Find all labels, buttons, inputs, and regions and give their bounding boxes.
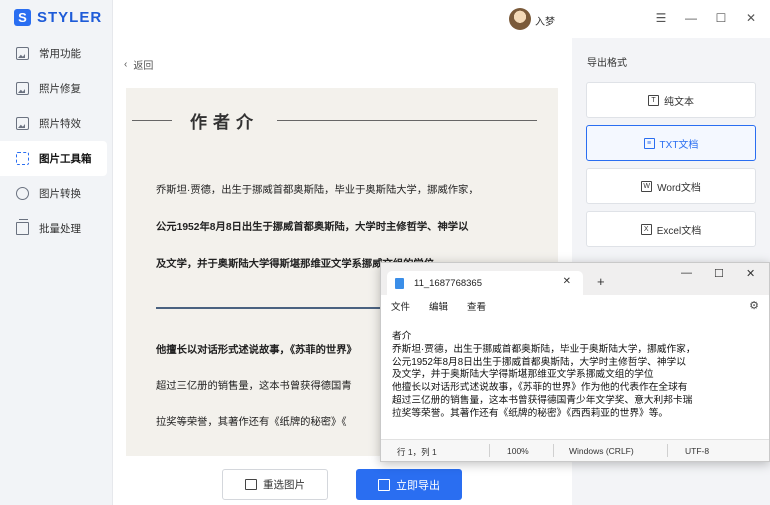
preview-line: 拉奖等荣誉，其著作还有《纸牌的秘密》《 — [156, 417, 347, 428]
sidebar-item-label: 图片工具箱 — [39, 153, 92, 165]
text-file-icon: T — [648, 94, 659, 106]
menu-view[interactable]: 查看 — [467, 299, 505, 313]
line-ending: Windows (CRLF) — [569, 446, 634, 456]
menu-file[interactable]: 文件 — [391, 299, 429, 313]
txt-file-icon: ≡ — [643, 137, 655, 149]
back-link[interactable]: ‹ 返回 — [124, 57, 153, 72]
sidebar-item-label: 常用功能 — [39, 48, 81, 60]
format-excel-button[interactable]: X Excel文档 — [586, 211, 756, 247]
back-label: 返回 — [133, 61, 154, 72]
sidebar-item-label: 批量处理 — [39, 223, 81, 235]
format-word-button[interactable]: W Word文档 — [586, 168, 756, 204]
menu-edit[interactable]: 编辑 — [429, 299, 467, 313]
preview-heading: 作者介 — [190, 113, 259, 132]
minimize-icon[interactable]: — — [681, 267, 692, 279]
maximize-icon[interactable]: ☐ — [713, 10, 729, 26]
text-line: 超过三亿册的销售量，这本书曾获得德国青少年文学奖、意大利邦卡瑞 — [392, 394, 693, 406]
sidebar-nav: 常用功能 照片修复 照片特效 图片工具箱 图片转换 批量处理 — [0, 36, 113, 246]
preview-line: 超过三亿册的销售量，这本书曾获得德国青 — [156, 381, 352, 392]
text-line: 及文学，并于奥斯陆大学得斯堪那维亚文学系挪威文组的学位 — [392, 369, 654, 381]
preview-line: 乔斯坦·贾德，出生于挪威首都奥斯陆，毕业于奥斯陆大学，挪威作家， — [156, 185, 479, 196]
image-icon — [245, 479, 257, 490]
format-txt-button[interactable]: ≡ TXT文档 — [586, 125, 756, 161]
sidebar-item-batch[interactable]: 批量处理 — [0, 211, 113, 246]
top-bar: 入梦 ☰ — ☐ ✕ — [113, 0, 770, 38]
notepad-titlebar: 11_1687768365 ✕ + — ☐ ✕ — [381, 263, 769, 295]
divider — [667, 444, 668, 457]
avatar[interactable] — [509, 8, 531, 30]
preview-heading-row: 作者介 — [132, 108, 558, 133]
sidebar-item-label: 照片修复 — [39, 83, 81, 95]
app-logo: S STYLER — [14, 9, 102, 26]
preview-line: 公元1952年8月8日出生于挪威首都奥斯陆，大学时主修哲学、神学以 — [156, 222, 469, 233]
sidebar-item-label: 照片特效 — [39, 118, 81, 130]
excel-file-icon: X — [640, 223, 652, 235]
export-label: 立即导出 — [396, 479, 440, 492]
notepad-statusbar: 行 1，列 1 100% Windows (CRLF) UTF-8 — [381, 439, 769, 461]
toolbox-icon — [16, 152, 29, 165]
divider — [277, 119, 537, 122]
divider — [553, 444, 554, 457]
notepad-menubar: 文件 编辑 查看 — [381, 295, 769, 317]
preview-line: 他擅长以对话形式述说故事，《苏菲的世界》 — [156, 345, 357, 356]
format-label: Excel文档 — [656, 225, 702, 237]
reselect-label: 重选图片 — [263, 479, 305, 491]
convert-icon — [16, 187, 29, 200]
stack-icon — [16, 219, 29, 235]
close-icon[interactable]: ✕ — [743, 10, 759, 26]
sidebar-item-convert[interactable]: 图片转换 — [0, 176, 113, 211]
format-plain-text-button[interactable]: T 纯文本 — [586, 82, 756, 118]
divider — [132, 119, 172, 122]
format-label: TXT文档 — [659, 139, 699, 151]
notepad-tab-title: 11_1687768365 — [414, 277, 482, 289]
notepad-window: 11_1687768365 ✕ + — ☐ ✕ 文件 编辑 查看 ⚙ 者介 乔斯… — [380, 262, 770, 462]
image-icon — [16, 47, 29, 60]
app-name: STYLER — [37, 9, 103, 26]
reselect-image-button[interactable]: 重选图片 — [222, 469, 328, 500]
sidebar-item-label: 图片转换 — [39, 188, 81, 200]
zoom-level: 100% — [507, 446, 529, 456]
image-icon — [16, 82, 29, 95]
sidebar-item-common[interactable]: 常用功能 — [0, 36, 113, 71]
divider — [489, 444, 490, 457]
close-icon[interactable]: ✕ — [746, 267, 755, 280]
logo-badge: S — [14, 9, 31, 26]
sidebar-item-photo-repair[interactable]: 照片修复 — [0, 71, 113, 106]
document-icon — [395, 277, 404, 289]
sidebar-item-toolbox[interactable]: 图片工具箱 — [0, 141, 107, 176]
gear-icon[interactable]: ⚙ — [749, 299, 759, 312]
close-tab-icon[interactable]: ✕ — [563, 276, 571, 287]
sidebar: S STYLER 常用功能 照片修复 照片特效 图片工具箱 图片转换 批量处理 — [0, 0, 113, 505]
chevron-left-icon: ‹ — [124, 59, 128, 70]
menu-icon[interactable]: ☰ — [653, 10, 669, 26]
text-line: 拉奖等荣誉。其著作还有《纸牌的秘密》《西西莉亚的世界》等。 — [392, 407, 669, 419]
text-line: 者介 — [392, 331, 412, 342]
word-file-icon: W — [641, 180, 653, 192]
maximize-icon[interactable]: ☐ — [714, 267, 724, 280]
format-label: 纯文本 — [664, 96, 694, 108]
new-tab-icon[interactable]: + — [597, 274, 605, 289]
text-line: 公元1952年8月8日出生于挪威首都奥斯陆，大学时主修哲学、神学以 — [392, 356, 686, 368]
notepad-tab[interactable]: 11_1687768365 ✕ — [387, 271, 583, 295]
sparkle-icon — [16, 117, 29, 130]
cursor-position: 行 1，列 1 — [397, 447, 437, 457]
text-line: 乔斯坦·贾德，出生于挪威首都奥斯陆，毕业于奥斯陆大学，挪威作家， — [392, 343, 696, 355]
export-format-title: 导出格式 — [587, 58, 627, 69]
export-now-button[interactable]: 立即导出 — [356, 469, 462, 500]
export-icon — [378, 478, 390, 491]
minimize-icon[interactable]: — — [683, 10, 699, 26]
encoding: UTF-8 — [685, 446, 710, 456]
notepad-text-area[interactable]: 者介 乔斯坦·贾德，出生于挪威首都奥斯陆，毕业于奥斯陆大学，挪威作家， 公元19… — [392, 331, 696, 421]
username[interactable]: 入梦 — [535, 13, 555, 28]
format-label: Word文档 — [657, 182, 701, 194]
sidebar-item-photo-effects[interactable]: 照片特效 — [0, 106, 113, 141]
text-line: 他擅长以对话形式述说故事，《苏菲的世界》作为他的代表作在全球有 — [392, 382, 688, 394]
